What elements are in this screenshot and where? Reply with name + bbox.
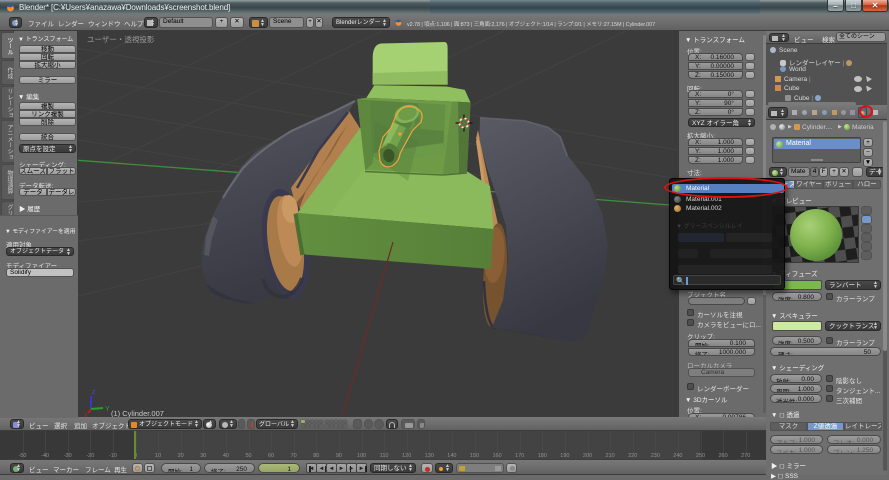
- svg-text:ユーザー・透視投影: ユーザー・透視投影: [87, 34, 155, 44]
- svg-text:(1) Cylinder.007: (1) Cylinder.007: [111, 409, 164, 417]
- svg-text:Y: Y: [105, 406, 110, 413]
- svg-text:z: z: [92, 389, 96, 396]
